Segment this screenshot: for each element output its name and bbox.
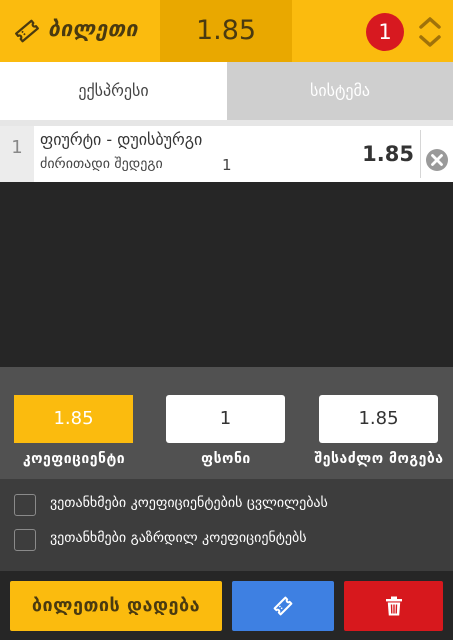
bet-pick: 1 [222, 156, 232, 174]
total-odds: 1.85 [160, 0, 292, 62]
place-bet-button[interactable]: ბილეთის დადება [10, 581, 222, 631]
accept-odds-change-label[interactable]: ვეთანხმები კოეფიციენტების ცვლილებას [50, 495, 328, 511]
action-bar: ბილეთის დადება [0, 571, 453, 640]
bet-count-badge: 1 [366, 13, 404, 51]
bet-market: ძირითადი შედეგი [40, 156, 163, 172]
possible-win-label: შესაძლო მოგება [314, 451, 444, 467]
bet-match: ფიურტი - დუისბურგი [40, 130, 203, 149]
trash-icon [385, 596, 402, 616]
bet-row: 1 ფიურტი - დუისბურგი ძირითადი შედეგი 1 1… [0, 120, 453, 182]
stake-panel: 1.85 1 1.85 კოეფიციენტი ფსონი შესაძლო მო… [0, 367, 453, 479]
bet-odds: 1.85 [362, 142, 414, 166]
bet-type-tabs: ექსპრესი სისტემა [0, 62, 453, 120]
empty-area [0, 182, 453, 367]
coefficient-value: 1.85 [14, 395, 133, 443]
accept-odds-change-checkbox[interactable] [14, 494, 36, 516]
coefficient-label: კოეფიციენტი [22, 451, 126, 467]
accept-increased-odds-checkbox[interactable] [14, 529, 36, 551]
betslip-header: ბილეთი 1.85 1 [0, 0, 453, 62]
accept-increased-odds-label[interactable]: ვეთანხმები გაზრდილ კოეფიციენტებს [50, 530, 307, 546]
ticket-icon [273, 596, 293, 616]
betslip-screen: ბილეთი 1.85 1 ექსპრესი სისტემა 1 ფიურტი … [0, 0, 453, 640]
ticket-button[interactable] [232, 581, 334, 631]
stake-label: ფსონი [201, 451, 251, 467]
delete-button[interactable] [344, 581, 443, 631]
chevron-up-down-icon[interactable] [416, 14, 444, 50]
tab-express[interactable]: ექსპრესი [0, 62, 227, 120]
ticket-label: ბილეთი [48, 17, 138, 41]
ticket-toggle[interactable]: ბილეთი [0, 0, 160, 62]
row-divider [420, 130, 421, 178]
possible-win-value: 1.85 [319, 395, 438, 443]
stake-input[interactable]: 1 [166, 395, 285, 443]
bet-index: 1 [0, 126, 34, 182]
close-circle-icon[interactable] [425, 148, 449, 172]
ticket-icon [15, 19, 39, 43]
options-panel: ვეთანხმები კოეფიციენტების ცვლილებას ვეთა… [0, 479, 453, 571]
tab-system[interactable]: სისტემა [227, 62, 453, 120]
